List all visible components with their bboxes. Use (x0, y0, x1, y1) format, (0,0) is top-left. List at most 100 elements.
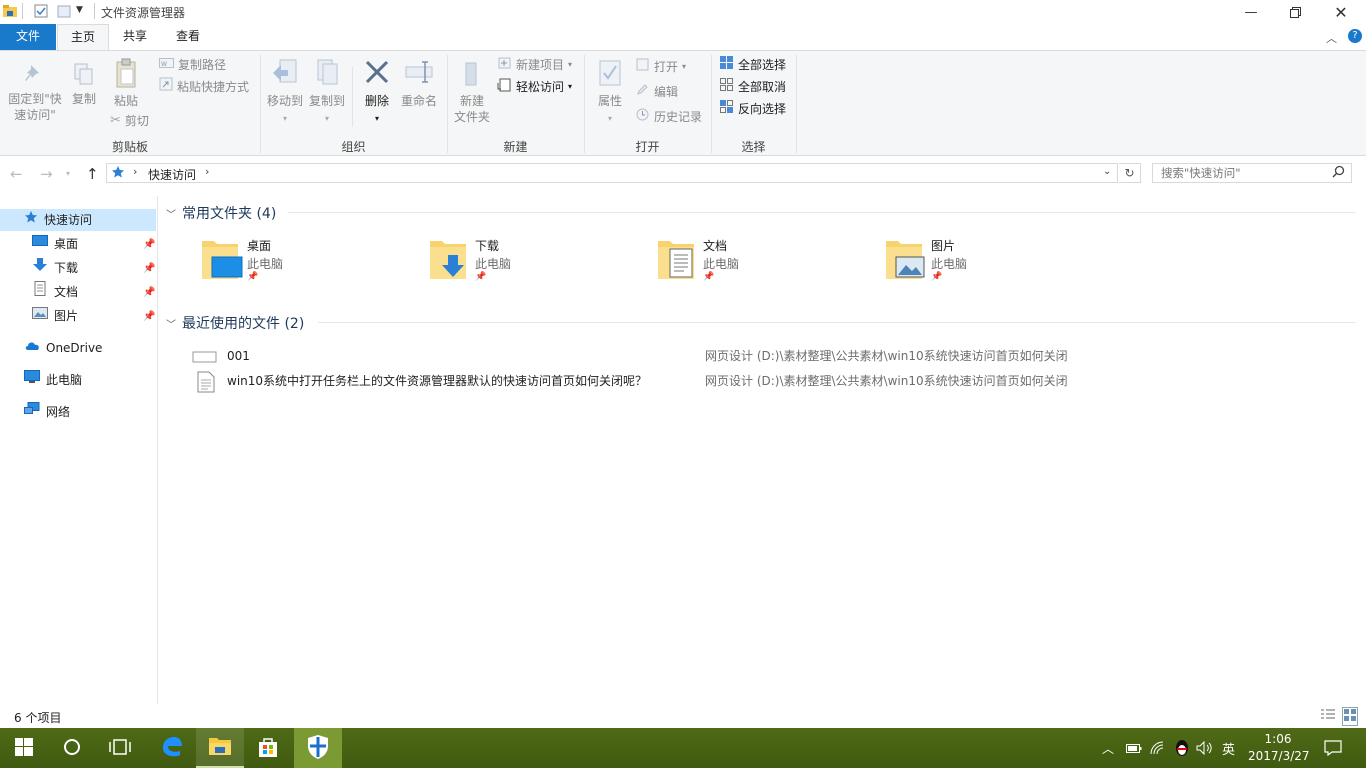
recent-file-row[interactable]: 001 网页设计 (D:)\素材整理\公共素材\win10系统快速访问首页如何关… (192, 345, 1352, 367)
recent-file-row[interactable]: win10系统中打开任务栏上的文件资源管理器默认的快速访问首页如何关闭呢？ 网页… (192, 370, 1352, 393)
copy-path-button[interactable]: W 复制路径 (159, 55, 226, 75)
cut-button[interactable]: ✂ 剪切 (110, 111, 149, 131)
search-box[interactable] (1152, 163, 1352, 183)
nav-onedrive[interactable]: OneDrive (24, 337, 102, 359)
start-button[interactable] (0, 728, 48, 768)
scissors-icon: ✂ (110, 113, 121, 128)
rename-button[interactable]: 重命名 (398, 57, 440, 109)
action-center-icon[interactable] (1324, 728, 1342, 768)
pin-icon[interactable]: 📌 (143, 287, 155, 298)
new-folder-quick-icon[interactable] (56, 3, 72, 22)
properties-quick-icon[interactable] (33, 3, 49, 22)
paste-button[interactable]: 粘贴 (108, 57, 144, 109)
minimize-button[interactable]: — (1228, 0, 1274, 24)
ime-indicator[interactable]: 英 (1222, 728, 1235, 768)
pin-icon[interactable]: 📌 (143, 239, 155, 250)
show-hidden-icons-chevron-icon[interactable]: ︿ (1102, 728, 1114, 768)
delete-button[interactable]: 删除 ▾ (359, 57, 395, 127)
file-icon (192, 349, 218, 371)
new-item-button[interactable]: 新建项目 ▾ (497, 55, 572, 75)
rename-label: 重命名 (400, 94, 437, 108)
history-icon (635, 107, 650, 128)
easy-access-icon (497, 77, 512, 98)
customize-quick-access-icon[interactable]: ▼ (76, 5, 83, 15)
address-history-chevron-icon[interactable]: ⌄ (1103, 166, 1111, 177)
folder-tile-downloads[interactable]: 下载 此电脑 📌 (426, 235, 626, 285)
wifi-icon[interactable] (1150, 728, 1168, 768)
chevron-down-icon: ﹀ (166, 319, 176, 331)
folder-tile-desktop[interactable]: 桌面 此电脑 📌 (198, 235, 398, 285)
pin-to-quick-access-button[interactable]: 固定到"快 速访问" (4, 61, 66, 123)
address-bar[interactable]: › 快速访问 › ⌄ (106, 163, 1118, 183)
forward-arrow-icon[interactable]: → (40, 165, 53, 183)
invert-selection-button[interactable]: 反向选择 (719, 99, 786, 119)
select-all-button[interactable]: 全部选择 (719, 55, 786, 75)
nav-item-downloads[interactable]: 下载 (32, 257, 78, 279)
frequent-folders-header[interactable]: ﹀ 常用文件夹 (4) (166, 203, 276, 223)
taskbar-store-button[interactable] (244, 728, 292, 768)
recent-locations-chevron-icon[interactable]: ▾ (66, 169, 70, 178)
back-arrow-icon[interactable]: ← (10, 165, 23, 183)
qq-penguin-icon[interactable] (1174, 728, 1190, 768)
new-folder-button[interactable]: 新建 文件夹 (452, 57, 492, 125)
nav-quick-access[interactable]: 快速访问 (24, 209, 92, 231)
easy-access-button[interactable]: 轻松访问 ▾ (497, 77, 572, 97)
edit-button[interactable]: 编辑 (635, 82, 678, 102)
folder-tile-pictures[interactable]: 图片 此电脑 📌 (882, 235, 1082, 285)
collapse-ribbon-icon[interactable]: ︿ (1326, 30, 1337, 46)
taskbar-edge-button[interactable] (148, 728, 196, 768)
battery-icon[interactable] (1126, 728, 1142, 768)
tab-view[interactable]: 查看 (165, 24, 211, 50)
tab-file[interactable]: 文件 (0, 24, 56, 50)
paste-shortcut-button[interactable]: 粘贴快捷方式 (159, 77, 249, 97)
breadcrumb-quick-access[interactable]: 快速访问 (148, 166, 196, 183)
close-button[interactable]: ✕ (1318, 0, 1364, 24)
breadcrumb-chevron-icon[interactable]: › (133, 165, 137, 178)
help-icon[interactable]: ? (1348, 29, 1362, 43)
tab-share[interactable]: 共享 (112, 24, 158, 50)
search-input[interactable] (1153, 165, 1331, 181)
folder-location: 此电脑 (475, 257, 512, 271)
quick-access-star-icon (111, 165, 125, 182)
nav-item-pictures-label: 图片 (54, 309, 79, 323)
large-icons-view-icon[interactable] (1342, 707, 1358, 726)
tab-home[interactable]: 主页 (57, 24, 109, 51)
search-cortana-button[interactable] (48, 728, 96, 768)
nav-network[interactable]: 网络 (24, 401, 70, 423)
folder-tile-documents[interactable]: 文档 此电脑 📌 (654, 235, 854, 285)
nav-item-pictures[interactable]: 图片 (32, 305, 78, 327)
up-arrow-icon[interactable]: ↑ (86, 165, 99, 183)
pin-icon[interactable]: 📌 (143, 263, 155, 274)
refresh-button[interactable]: ↻ (1119, 163, 1141, 183)
breadcrumb-chevron-icon[interactable]: › (205, 165, 209, 178)
restore-button[interactable] (1272, 0, 1318, 24)
navigation-pane: 快速访问 桌面 📌 下载 📌 文档 📌 图片 📌 OneDrive 此电脑 网络 (0, 196, 158, 704)
pin-icon[interactable]: 📌 (143, 311, 155, 322)
move-to-button[interactable]: 移动到 ▾ (265, 57, 305, 127)
clock[interactable]: 1:06 2017/3/27 (1248, 731, 1310, 765)
details-view-icon[interactable] (1320, 708, 1336, 725)
folder-app-icon[interactable] (2, 3, 18, 22)
recent-files-header[interactable]: ﹀ 最近使用的文件 (2) (166, 313, 304, 333)
search-icon[interactable] (1332, 165, 1345, 181)
copy-to-button[interactable]: 复制到 ▾ (307, 57, 347, 127)
properties-button[interactable]: 属性 ▾ (592, 57, 628, 127)
select-none-button[interactable]: 全部取消 (719, 77, 786, 97)
title-bar: ▼ 文件资源管理器 — ✕ (0, 0, 1366, 24)
nav-this-pc[interactable]: 此电脑 (24, 369, 82, 391)
network-icon (24, 401, 40, 423)
volume-icon[interactable] (1196, 728, 1214, 768)
copy-button[interactable]: 复制 (68, 61, 100, 107)
nav-item-documents[interactable]: 文档 (32, 281, 78, 303)
folder-documents-icon (654, 235, 700, 286)
taskbar: ︿ 英 1:06 2017/3/27 (0, 728, 1366, 768)
task-view-button[interactable] (96, 728, 144, 768)
open-button[interactable]: 打开 ▾ (635, 57, 686, 77)
taskbar-defender-button[interactable] (294, 728, 342, 768)
taskbar-file-explorer-button[interactable] (196, 728, 244, 768)
nav-item-desktop[interactable]: 桌面 (32, 233, 78, 255)
nav-this-pc-label: 此电脑 (46, 373, 83, 387)
open-label: 打开 (654, 60, 679, 74)
pin-icon: 📌 (703, 272, 715, 282)
history-button[interactable]: 历史记录 (635, 107, 702, 127)
